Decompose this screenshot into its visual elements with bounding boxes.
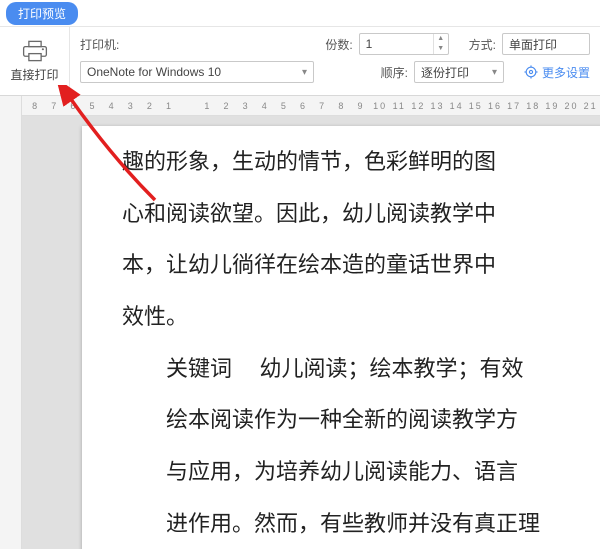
document-page: 趣的形象，生动的情节，色彩鲜明的图心和阅读欲望。因此，幼儿阅读教学中本，让幼儿徜… (82, 126, 600, 549)
direct-print-button[interactable]: 直接打印 (0, 27, 70, 95)
document-line: 关键词 幼儿阅读；绘本教学；有效 (122, 343, 600, 395)
mode-value: 单面打印 (509, 36, 557, 53)
ruler-mark: 18 (524, 101, 543, 111)
ruler-mark: 1 (198, 101, 217, 111)
ruler-mark: 9 (351, 101, 370, 111)
ruler-mark: 10 (371, 101, 390, 111)
ruler-mark: 2 (141, 101, 160, 111)
ruler-mark: 20 (562, 101, 581, 111)
printer-label: 打印机: (80, 36, 126, 53)
vertical-ruler (0, 96, 22, 549)
ruler-mark: 17 (505, 101, 524, 111)
ruler-mark: 21 (581, 101, 600, 111)
ruler-mark: 16 (485, 101, 504, 111)
ruler-mark: 15 (466, 101, 485, 111)
document-line: 与应用，为培养幼儿阅读能力、语言 (122, 446, 600, 498)
ruler-mark: 3 (237, 101, 256, 111)
printer-icon (21, 40, 49, 62)
chevron-down-icon: ▾ (492, 67, 497, 78)
document-line: 趣的形象，生动的情节，色彩鲜明的图 (122, 136, 600, 188)
ruler-mark: 2 (217, 101, 236, 111)
print-settings: 打印机: 份数: 1 ▲ ▼ 方式: 单面打印 OneNote for Wind… (70, 27, 600, 95)
document-line: 本，让幼儿徜徉在绘本造的童话世界中 (122, 239, 600, 291)
ruler-mark: 12 (409, 101, 428, 111)
spin-down-icon[interactable]: ▼ (434, 44, 448, 54)
spin-up-icon[interactable]: ▲ (434, 34, 448, 44)
mode-select[interactable]: 单面打印 (502, 33, 590, 55)
ruler-mark: 6 (64, 101, 83, 111)
ruler-mark: 7 (45, 101, 64, 111)
mode-label: 方式: (469, 36, 496, 53)
window-title-pill: 打印预览 (6, 2, 78, 25)
document-line: 效性。 (122, 291, 600, 343)
copies-value: 1 (366, 37, 427, 51)
order-value: 逐份打印 (421, 64, 469, 81)
ruler-mark: 3 (122, 101, 141, 111)
ruler-mark: 14 (447, 101, 466, 111)
direct-print-label: 直接打印 (10, 66, 58, 83)
ruler-mark: 11 (390, 101, 409, 111)
ruler-mark: 4 (103, 101, 122, 111)
ruler-mark: 19 (543, 101, 562, 111)
ruler-mark: 5 (275, 101, 294, 111)
ruler-mark: 1 (160, 101, 179, 111)
copies-input[interactable]: 1 ▲ ▼ (359, 33, 449, 55)
copies-label: 份数: (325, 36, 352, 53)
document-line: 进作用。然而，有些教师并没有真正理 (122, 498, 600, 549)
ruler-mark: 6 (294, 101, 313, 111)
ruler-mark: 7 (313, 101, 332, 111)
ruler-mark: 5 (83, 101, 102, 111)
more-settings-label: 更多设置 (542, 64, 590, 81)
printer-select[interactable]: OneNote for Windows 10 ▾ (80, 61, 314, 83)
ruler-mark: 13 (428, 101, 447, 111)
content-area: 8765432112345678910111213141516171819202… (0, 96, 600, 549)
print-toolbar: 直接打印 打印机: 份数: 1 ▲ ▼ 方式: 单面打印 OneNote for… (0, 26, 600, 96)
more-settings-link[interactable]: 更多设置 (524, 64, 590, 81)
gear-icon (524, 65, 538, 79)
page-viewport[interactable]: 趣的形象，生动的情节，色彩鲜明的图心和阅读欲望。因此，幼儿阅读教学中本，让幼儿徜… (22, 116, 600, 549)
chevron-down-icon: ▾ (302, 67, 307, 78)
ruler-mark: 4 (256, 101, 275, 111)
document-line: 心和阅读欲望。因此，幼儿阅读教学中 (122, 188, 600, 240)
order-label: 顺序: (381, 64, 408, 81)
order-select[interactable]: 逐份打印 ▾ (414, 61, 504, 83)
titlebar: 打印预览 (0, 0, 600, 26)
document-line: 绘本阅读作为一种全新的阅读教学方 (122, 394, 600, 446)
ruler-mark: 8 (26, 101, 45, 111)
ruler-mark: 8 (332, 101, 351, 111)
printer-value: OneNote for Windows 10 (87, 65, 221, 79)
horizontal-ruler: 8765432112345678910111213141516171819202… (22, 96, 600, 116)
